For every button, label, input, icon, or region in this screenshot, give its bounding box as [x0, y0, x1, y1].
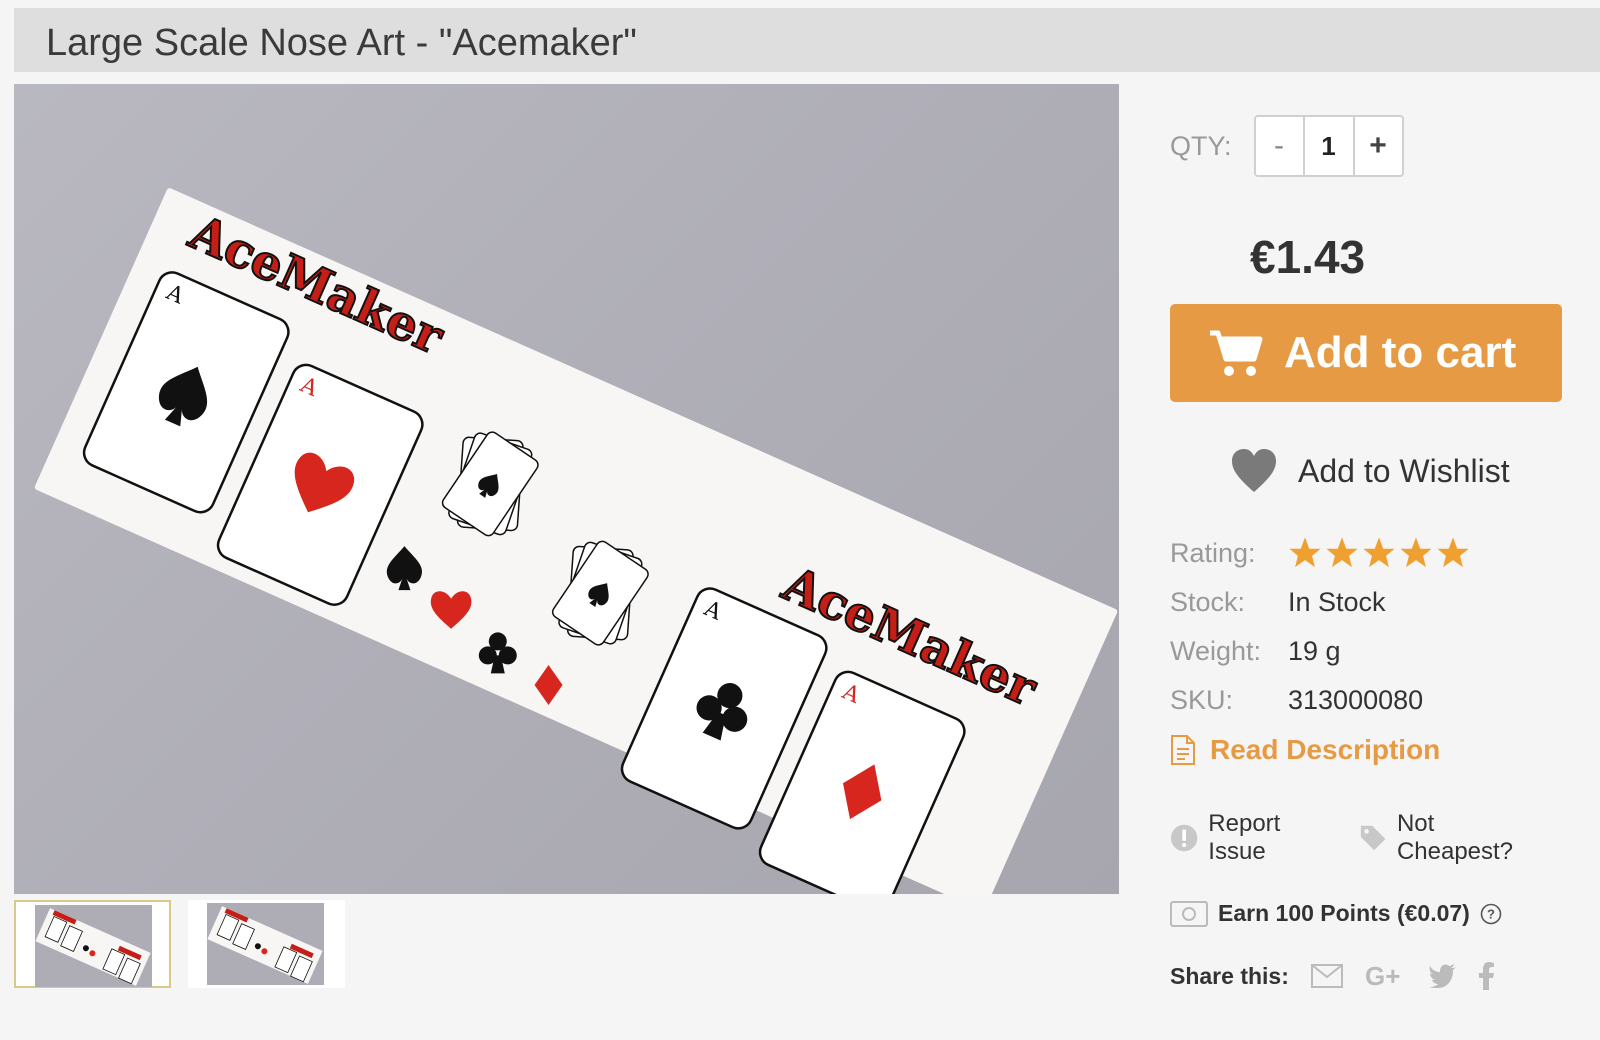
- title-bar: Large Scale Nose Art - "Acemaker": [14, 8, 1600, 72]
- star-icon: [1437, 537, 1469, 568]
- star-icon: [1289, 537, 1321, 568]
- sku-value: 313000080: [1288, 685, 1424, 715]
- thumbnail-1[interactable]: [14, 900, 171, 988]
- qty-input[interactable]: 1: [1302, 117, 1355, 175]
- svg-text:G+: G+: [1365, 962, 1400, 990]
- share-row: Share this: G+: [1170, 962, 1517, 990]
- document-icon: [1171, 735, 1195, 765]
- facebook-icon[interactable]: [1478, 962, 1495, 990]
- earn-points-text: Earn 100 Points (€0.07): [1218, 900, 1470, 926]
- sku-label: SKU:: [1170, 685, 1234, 715]
- qty-label: QTY:: [1170, 130, 1232, 161]
- rating-stars: [1288, 536, 1470, 570]
- not-cheapest-label: Not Cheapest?: [1396, 810, 1514, 865]
- secondary-actions: Report Issue Not Cheapest?: [1170, 810, 1570, 866]
- cart-icon: [1210, 330, 1263, 376]
- report-issue-link[interactable]: Report Issue: [1170, 810, 1337, 866]
- quantity-stepper: - 1 +: [1253, 115, 1404, 177]
- add-to-wishlist-label: Add to Wishlist: [1298, 452, 1510, 489]
- rating-row: Rating:: [1170, 532, 1570, 581]
- quantity-row: QTY: - 1 +: [1170, 114, 1404, 178]
- decal-sheet-illustration: AceMaker AceMaker A A A A: [34, 188, 1118, 894]
- sku-row: SKU: 313000080: [1170, 679, 1570, 728]
- star-icon: [1326, 537, 1358, 568]
- svg-text:?: ?: [1487, 906, 1495, 921]
- weight-label: Weight:: [1170, 636, 1262, 666]
- add-to-wishlist-link[interactable]: Add to Wishlist: [1230, 448, 1510, 494]
- read-description-label: Read Description: [1210, 734, 1441, 765]
- product-price: €1.43: [1250, 231, 1366, 283]
- stock-row: Stock: In Stock: [1170, 581, 1570, 630]
- share-label: Share this:: [1170, 962, 1289, 989]
- add-to-cart-label: Add to cart: [1284, 328, 1517, 377]
- rating-label: Rating:: [1170, 538, 1256, 568]
- qty-increase-button[interactable]: +: [1355, 117, 1402, 175]
- qty-decrease-button[interactable]: -: [1256, 117, 1303, 175]
- thumbnail-image: [207, 906, 323, 984]
- money-icon: [1170, 900, 1208, 927]
- twitter-icon[interactable]: [1428, 964, 1457, 988]
- thumbnail-2[interactable]: [188, 900, 345, 988]
- tag-icon: [1360, 825, 1386, 851]
- product-title: Large Scale Nose Art - "Acemaker": [46, 22, 637, 64]
- not-cheapest-link[interactable]: Not Cheapest?: [1359, 810, 1548, 866]
- main-product-image[interactable]: AceMaker AceMaker A A A A: [14, 84, 1119, 894]
- thumbnail-image: [35, 908, 151, 986]
- star-icon: [1363, 537, 1395, 568]
- help-icon[interactable]: ?: [1480, 903, 1502, 925]
- add-to-cart-button[interactable]: Add to cart: [1170, 304, 1562, 402]
- star-icon: [1400, 537, 1432, 568]
- stock-label: Stock:: [1170, 587, 1246, 617]
- email-icon[interactable]: [1310, 964, 1343, 988]
- heart-icon: [1232, 449, 1276, 492]
- weight-value: 19 g: [1288, 636, 1341, 666]
- report-issue-label: Report Issue: [1208, 810, 1281, 865]
- weight-row: Weight: 19 g: [1170, 630, 1570, 679]
- read-description-link[interactable]: Read Description: [1170, 734, 1440, 766]
- product-specs: Rating: Stock: In Stock Weight: 19 g SKU…: [1170, 532, 1570, 728]
- stock-value: In Stock: [1288, 587, 1386, 617]
- google-plus-icon[interactable]: G+: [1365, 962, 1407, 990]
- reward-points: Earn 100 Points (€0.07) ?: [1170, 900, 1502, 927]
- alert-icon: [1170, 824, 1198, 852]
